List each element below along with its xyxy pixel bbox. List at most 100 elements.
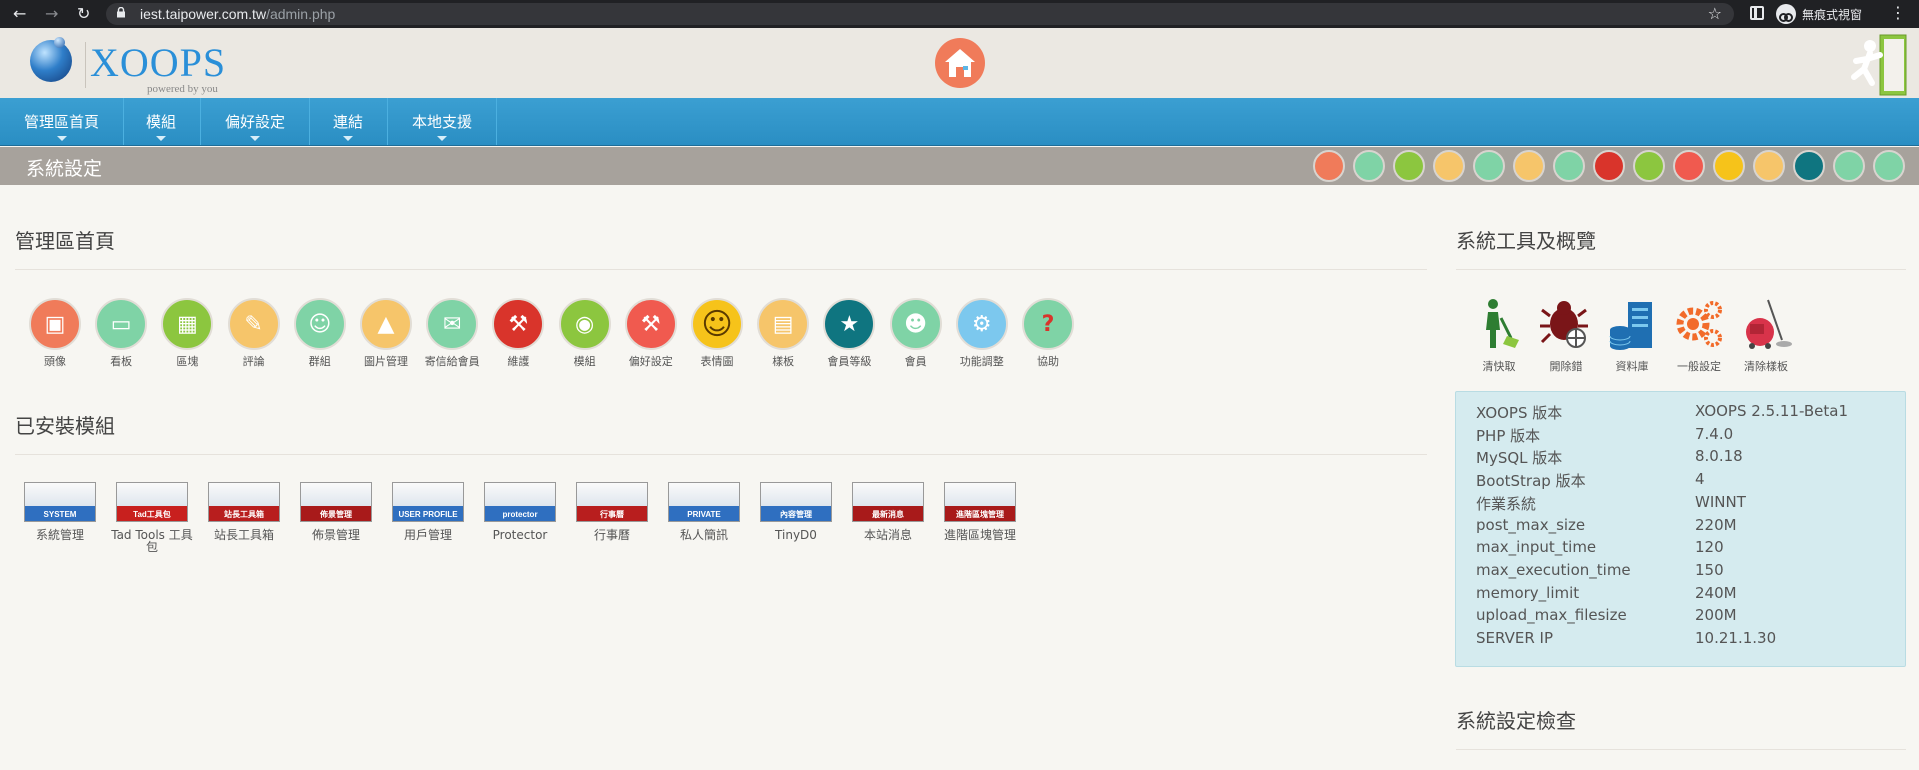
admin-tile-users[interactable]: ☻ 會員 xyxy=(883,298,949,368)
admin-tile-preferences[interactable]: ⚒ 偏好設定 xyxy=(618,298,684,368)
menu-links[interactable]: 連結 xyxy=(309,98,389,145)
tile-label: 維護 xyxy=(507,355,530,368)
info-key: MySQL 版本 xyxy=(1476,449,1563,468)
modules-icon[interactable] xyxy=(1633,150,1665,182)
section-title: 系統設定 xyxy=(26,158,103,180)
templates-icon: ▤ xyxy=(757,298,810,350)
menu-label: 管理區首頁 xyxy=(24,113,100,131)
avatar-icon: ▣ xyxy=(29,298,81,350)
ranks-icon[interactable] xyxy=(1793,150,1825,182)
avatar-icon[interactable] xyxy=(1313,150,1345,182)
module-news[interactable]: 最新消息 本站消息 xyxy=(847,482,929,541)
admin-tile-tuning[interactable]: ⚙ 功能調整 xyxy=(949,298,1015,368)
help-icon[interactable] xyxy=(1873,150,1905,182)
module-theme[interactable]: 佈景管理 佈景管理 xyxy=(295,482,377,541)
xoops-logo[interactable]: XOOPS powered by you xyxy=(30,36,230,96)
admin-tile-comments[interactable]: ✎ 評論 xyxy=(221,298,287,368)
clear-cache-icon xyxy=(1471,296,1527,352)
tile-label: 表情圖 xyxy=(700,355,734,368)
templates-icon[interactable] xyxy=(1753,150,1785,182)
info-value: 150 xyxy=(1695,560,1724,579)
banner-icon[interactable] xyxy=(1353,150,1385,182)
module-badge-text: 站長工具箱 xyxy=(209,509,279,521)
info-value: 10.21.1.30 xyxy=(1695,629,1777,647)
incognito-indicator[interactable]: 無痕式視窗 xyxy=(1776,3,1862,25)
preferences-icon[interactable] xyxy=(1673,150,1705,182)
debug-tool[interactable]: 開除錯 xyxy=(1533,296,1599,374)
module-badge-text: 內容管理 xyxy=(761,509,831,521)
settings-tool[interactable]: 一般設定 xyxy=(1666,296,1732,374)
forward-arrow-icon[interactable]: → xyxy=(45,4,58,24)
admin-tile-help[interactable]: ? 協助 xyxy=(1015,298,1081,368)
module-protector[interactable]: protector Protector xyxy=(479,482,561,541)
info-value: XOOPS 2.5.11-Beta1 xyxy=(1695,402,1848,420)
admin-tile-modules[interactable]: ◉ 模組 xyxy=(552,298,618,368)
images-icon[interactable] xyxy=(1513,150,1545,182)
admin-tile-templates[interactable]: ▤ 樣板 xyxy=(750,298,816,368)
tile-label: 頭像 xyxy=(44,355,66,368)
module-label: 佈景管理 xyxy=(311,528,360,542)
lock-icon xyxy=(117,7,125,18)
smilies-icon[interactable] xyxy=(1713,150,1745,182)
admin-tile-avatar[interactable]: ▣ 頭像 xyxy=(22,298,88,368)
home-icon[interactable] xyxy=(935,38,985,88)
groups-icon[interactable] xyxy=(1473,150,1505,182)
blocks-icon[interactable] xyxy=(1393,150,1425,182)
module-label: 行事曆 xyxy=(593,528,630,542)
maintenance-icon[interactable] xyxy=(1593,150,1625,182)
clear-cache-tool[interactable]: 清快取 xyxy=(1466,296,1532,374)
info-value: 8.0.18 xyxy=(1695,447,1743,466)
blocks-module-icon: 進階區塊管理 xyxy=(944,482,1016,522)
tool-label: 清快取 xyxy=(1482,360,1516,373)
menu-modules[interactable]: 模組 xyxy=(122,98,202,145)
blocks-icon: ▦ xyxy=(161,298,214,350)
mail-icon[interactable] xyxy=(1553,150,1585,182)
admin-tile-smilies[interactable]: ☺ 表情圖 xyxy=(684,298,750,368)
info-key: post_max_size xyxy=(1476,515,1586,534)
database-tool[interactable]: 資料庫 xyxy=(1599,296,1665,374)
calendar-module-icon: 行事曆 xyxy=(576,482,648,522)
tile-label: 樣板 xyxy=(772,355,795,368)
address-bar[interactable]: iest.taipower.com.tw/admin.php ☆ xyxy=(106,3,1734,25)
admin-tile-blocks[interactable]: ▦ 區塊 xyxy=(154,298,220,368)
info-key: max_input_time xyxy=(1476,538,1597,557)
info-value: 4 xyxy=(1695,470,1705,489)
admin-tile-groups[interactable]: ☺ 群組 xyxy=(287,298,353,368)
module-calendar[interactable]: 行事曆 行事曆 xyxy=(571,482,653,541)
clean-templates-tool[interactable]: 清除樣板 xyxy=(1733,296,1799,374)
reload-icon[interactable]: ↻ xyxy=(77,4,90,24)
module-webmaster[interactable]: 站長工具箱 站長工具箱 xyxy=(203,482,285,541)
module-system[interactable]: SYSTEM 系統管理 xyxy=(19,482,101,541)
tile-label: 會員 xyxy=(904,355,927,368)
logout-icon[interactable] xyxy=(1840,33,1908,96)
menu-preferences[interactable]: 偏好設定 xyxy=(201,98,311,145)
admin-tile-ranks[interactable]: ★ 會員等級 xyxy=(816,298,882,368)
module-tinyd[interactable]: 內容管理 TinyD0 xyxy=(755,482,837,541)
module-profile[interactable]: USER PROFILE 用戶管理 xyxy=(387,482,469,541)
admin-tile-maintenance[interactable]: ⚒ 維護 xyxy=(485,298,551,368)
menu-label: 本地支援 xyxy=(412,113,473,131)
vacuum-icon xyxy=(1738,296,1794,352)
chevron-down-icon xyxy=(343,136,353,141)
debug-icon xyxy=(1538,296,1594,352)
admin-tile-banner[interactable]: ▭ 看板 xyxy=(88,298,154,368)
back-arrow-icon[interactable]: ← xyxy=(13,4,26,24)
menu-local-support[interactable]: 本地支援 xyxy=(388,98,498,145)
admin-tile-images[interactable]: ▲ 圖片管理 xyxy=(353,298,419,368)
more-menu-icon[interactable]: ⋮ xyxy=(1890,3,1906,22)
bookmark-star-icon[interactable]: ☆ xyxy=(1708,4,1722,23)
smilies-icon: ☺ xyxy=(691,298,743,350)
side-panel-icon[interactable] xyxy=(1750,6,1764,20)
module-badge-text: 行事曆 xyxy=(577,509,647,521)
module-pm[interactable]: PRIVATE MESSAGES 私人簡訊 xyxy=(663,482,745,541)
menu-admin-home[interactable]: 管理區首頁 xyxy=(0,98,125,145)
system-check-title: 系統設定檢查 xyxy=(1456,709,1576,733)
comments-icon[interactable] xyxy=(1433,150,1465,182)
module-badge-text: 最新消息 xyxy=(853,509,923,521)
pm-module-icon: PRIVATE MESSAGES xyxy=(668,482,740,522)
module-blocks[interactable]: 進階區塊管理 進階區塊管理 xyxy=(939,482,1021,541)
module-tadtools[interactable]: Tad工具包 Tad Tools 工具包 xyxy=(111,482,193,553)
admin-tile-mail[interactable]: ✉ 寄信給會員 xyxy=(419,298,485,368)
browser-toolbar: ← → ↻ iest.taipower.com.tw/admin.php ☆ 無… xyxy=(0,0,1919,28)
users-icon[interactable] xyxy=(1833,150,1865,182)
